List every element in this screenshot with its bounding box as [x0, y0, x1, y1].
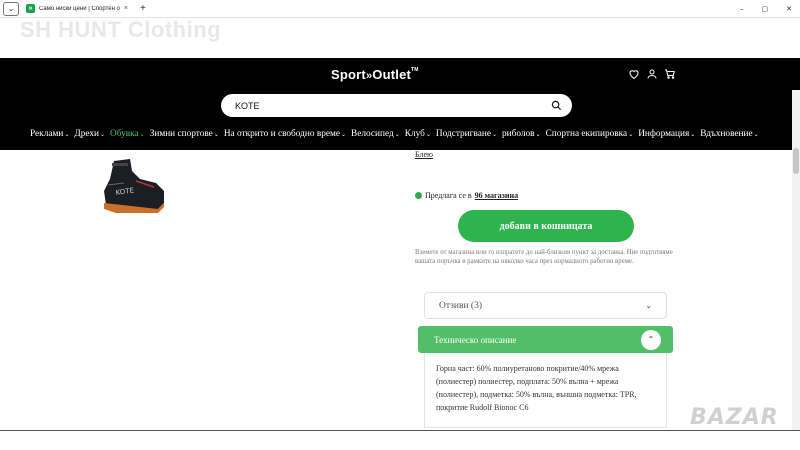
tab-title: Само ниски цени | Спортен о: [39, 5, 120, 12]
site-favicon-icon: »: [26, 4, 35, 13]
reviews-count: (3): [470, 300, 482, 311]
nav-item[interactable]: риболов⌄: [502, 129, 541, 139]
bazar-logo: BAZAR: [690, 405, 779, 430]
reviews-label: Отзиви (3): [439, 300, 482, 311]
chevron-down-icon: ⌄: [690, 132, 696, 138]
nav-item-label: Подстригване: [435, 129, 491, 139]
tech-description-label: Техническо описание: [434, 334, 517, 345]
site-logo[interactable]: Sport»OutletTM: [331, 67, 419, 82]
nav-item-label: Вдъхновение: [700, 129, 753, 139]
chevron-down-icon: ⌄: [99, 132, 106, 138]
reviews-accordion[interactable]: Отзиви (3) ⌄: [424, 292, 667, 319]
minimize-button[interactable]: –: [740, 5, 744, 13]
cart-icon[interactable]: [664, 68, 676, 80]
logo-text-outlet: Outlet: [372, 67, 412, 82]
nav-item[interactable]: Вдъхновение⌄: [700, 129, 758, 139]
nav-item-label: Обувка: [110, 129, 139, 139]
nav-item-label: риболов: [501, 129, 535, 139]
page: ⌄ » Само ниски цени | Спортен о × + – ▢ …: [0, 0, 800, 450]
header-icons: [628, 68, 676, 80]
nav-item-label: На открито и свободно време: [223, 129, 341, 139]
chevron-down-icon: ⌄: [753, 132, 759, 138]
nav-item[interactable]: Информация⌄: [638, 129, 695, 139]
nav-item-label: Клуб: [404, 129, 425, 139]
product-image[interactable]: KOTE: [96, 155, 170, 219]
bottom-bar: [0, 430, 800, 450]
user-icon[interactable]: [646, 68, 658, 80]
nav-item-label: Дрехи: [74, 129, 99, 139]
nav-item-label: Реклами: [30, 129, 64, 139]
site-header: Sport»OutletTM KOTE Реклами⌄ Дрехи⌄ Обувка…: [0, 58, 800, 150]
browser-tab-bar: ⌄ » Само ниски цени | Спортен о × + – ▢ …: [0, 0, 800, 18]
search-icon[interactable]: [551, 100, 562, 111]
tab-list-button[interactable]: ⌄: [3, 1, 19, 16]
nav-item-label: Спортна екипировка: [545, 129, 628, 139]
add-to-cart-button[interactable]: добави в кошницата: [458, 210, 634, 242]
availability-dot-icon: [415, 192, 422, 199]
chevron-down-icon: ⌄: [213, 132, 219, 138]
logo-trademark: TM: [411, 67, 419, 73]
chevron-down-icon: ⌄: [139, 132, 145, 138]
nav-item[interactable]: Обувка⌄: [110, 129, 145, 139]
delivery-note: Вземете от магазина или го изпратете до …: [415, 249, 673, 265]
chevron-down-icon: ⌄: [64, 132, 70, 138]
nav-item-label: Зимни спортове: [149, 129, 213, 139]
nav-item[interactable]: Клуб⌄: [405, 129, 431, 139]
window-controls: – ▢ ✕: [740, 5, 800, 13]
nav-item[interactable]: Спортна екипировка⌄: [546, 129, 634, 139]
tech-description-body: Горна част: 60% полиуретаново покритие/4…: [424, 353, 667, 428]
chevron-down-icon: ⌄: [425, 132, 431, 138]
heart-icon[interactable]: [628, 68, 640, 80]
search-input[interactable]: KOTE: [235, 101, 551, 111]
chevron-down-icon: ⌄: [491, 132, 497, 138]
logo-text-sport: Sport: [331, 67, 366, 82]
chevron-down-icon: ⌄: [628, 132, 634, 138]
chevron-down-icon: ⌄: [341, 132, 347, 138]
browser-tab[interactable]: » Само ниски цени | Спортен о ×: [22, 0, 132, 18]
nav-item[interactable]: Велосипед⌄: [351, 129, 400, 139]
chevron-down-icon: ⌄: [645, 301, 652, 310]
nav-item[interactable]: Подстригване⌄: [436, 129, 497, 139]
chevron-down-icon: ⌄: [394, 132, 400, 138]
chevron-down-icon: ⌄: [535, 132, 541, 138]
nav-item[interactable]: На открито и свободно време⌄: [224, 129, 346, 139]
scrollbar-thumb[interactable]: [793, 148, 799, 174]
main-navigation: Реклами⌄ Дрехи⌄ Обувка⌄ Зимни спортове⌄ На о…: [30, 129, 764, 139]
page-scrollbar[interactable]: [792, 90, 800, 430]
color-link[interactable]: Блею: [415, 150, 433, 159]
nav-item[interactable]: Реклами⌄: [30, 129, 69, 139]
nav-item[interactable]: Зимни спортове⌄: [150, 129, 219, 139]
watermark-text: SH HUNT Clothing: [20, 17, 222, 42]
stores-link[interactable]: 96 магазина: [475, 191, 518, 200]
technical-description-accordion[interactable]: Техническо описание ⌃: [418, 326, 673, 353]
new-tab-button[interactable]: +: [140, 3, 146, 14]
maximize-button[interactable]: ▢: [762, 5, 769, 13]
nav-item[interactable]: Дрехи⌄: [74, 129, 105, 139]
nav-item-label: Информация: [638, 129, 690, 139]
tab-close-icon[interactable]: ×: [124, 5, 128, 12]
close-window-button[interactable]: ✕: [786, 5, 792, 13]
store-availability: Предлага се в 96 магазина: [415, 191, 518, 200]
nav-item-label: Велосипед: [351, 129, 394, 139]
search-bar[interactable]: KOTE: [221, 94, 572, 117]
availability-prefix: Предлага се в: [425, 191, 472, 200]
chevron-up-icon[interactable]: ⌃: [641, 329, 661, 350]
